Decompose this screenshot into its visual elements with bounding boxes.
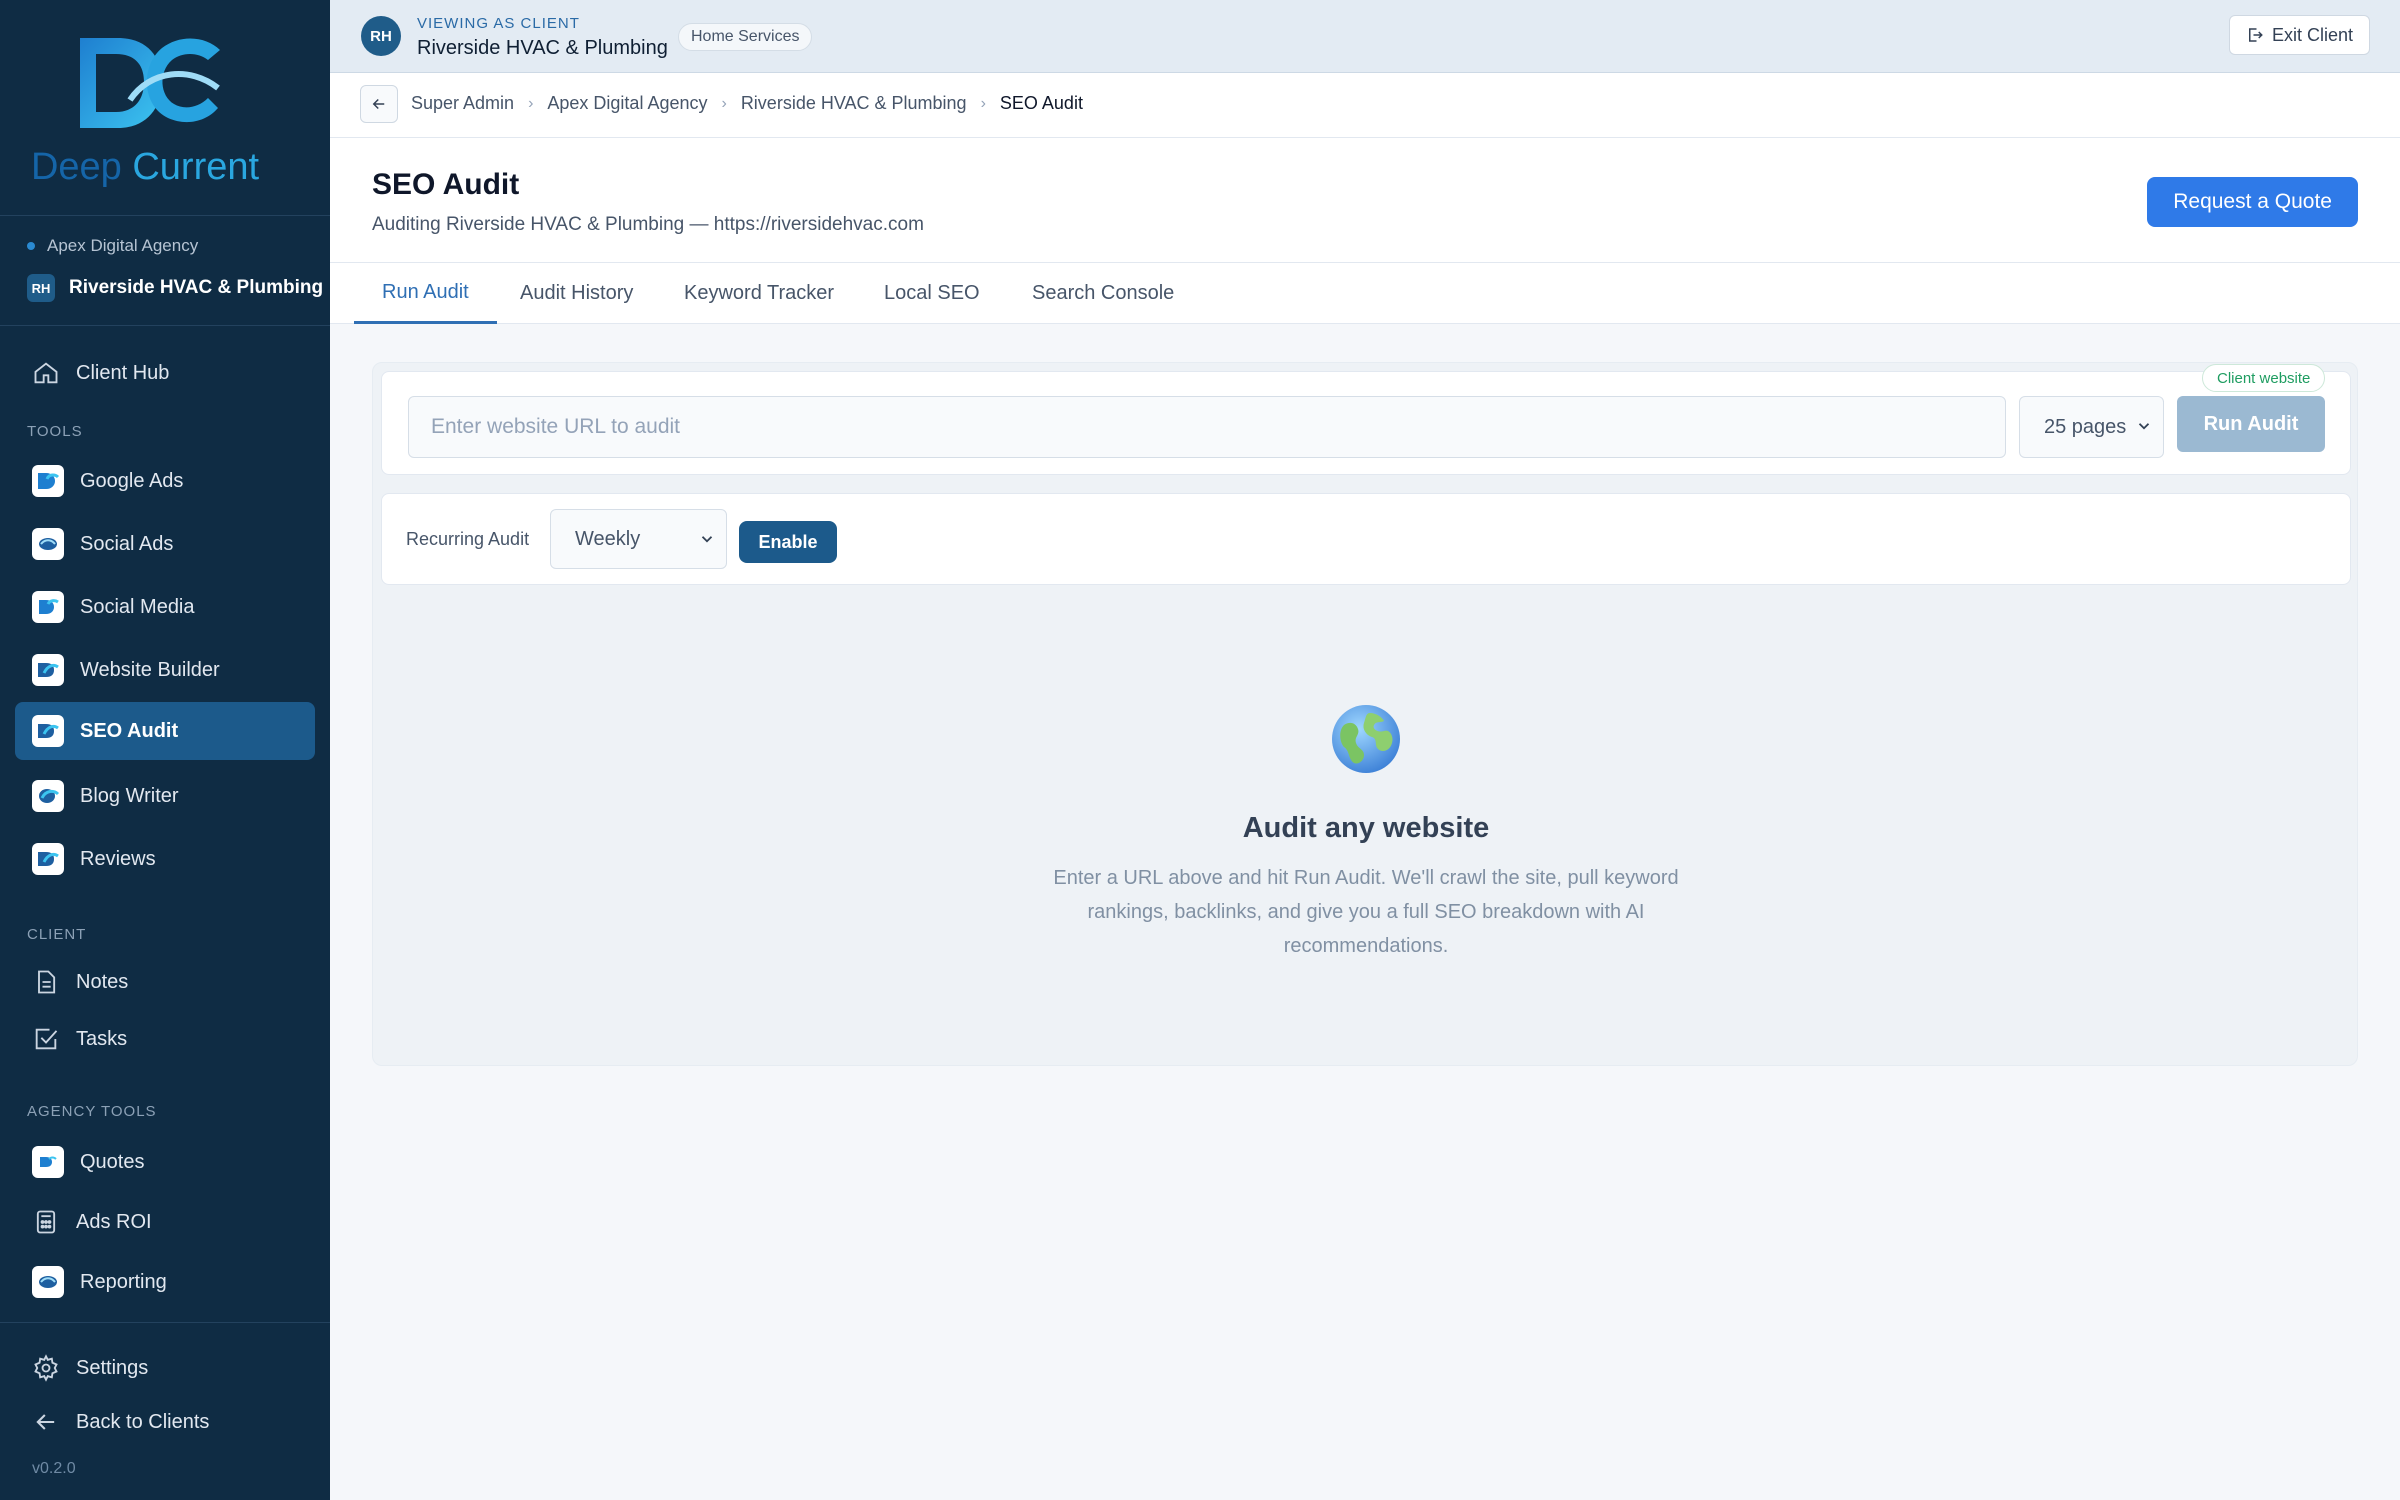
sidebar-item-website-builder[interactable]: Website Builder: [15, 642, 315, 698]
sidebar-item-reporting[interactable]: Reporting: [15, 1254, 315, 1310]
app-version: v0.2.0: [32, 1460, 76, 1477]
breadcrumb-agency[interactable]: Apex Digital Agency: [547, 93, 707, 114]
quotes-app-icon: [32, 1146, 64, 1178]
website-url-input[interactable]: Enter website URL to audit: [408, 396, 2006, 458]
globe-icon: [1332, 705, 1400, 773]
breadcrumb-client[interactable]: Riverside HVAC & Plumbing: [741, 93, 967, 114]
tab-keyword-tracker[interactable]: Keyword Tracker: [684, 263, 834, 324]
client-view-banner: RH VIEWING AS CLIENT Riverside HVAC & Pl…: [330, 0, 2400, 73]
exit-client-button[interactable]: Exit Client: [2228, 15, 2370, 55]
google-ads-app-icon: [32, 465, 64, 497]
enable-recurring-button[interactable]: Enable: [739, 521, 837, 563]
client-website-badge[interactable]: Client website: [2202, 364, 2326, 392]
notes-icon: [38, 970, 56, 994]
chevron-down-icon: [2138, 423, 2150, 430]
brand-logo[interactable]: Deep Current: [0, 0, 330, 216]
viewing-as-client-label: VIEWING AS CLIENT: [417, 15, 580, 32]
agency-name[interactable]: Apex Digital Agency: [27, 236, 198, 256]
run-audit-panel: Enter website URL to audit 25 pages Run …: [372, 362, 2358, 1066]
page-header: SEO Audit Auditing Riverside HVAC & Plum…: [330, 138, 2400, 263]
sidebar-item-notes[interactable]: Notes: [15, 954, 315, 1010]
breadcrumb: Super Admin › Apex Digital Agency › Rive…: [411, 93, 1083, 114]
page-limit-select[interactable]: 25 pages: [2019, 396, 2164, 458]
page-title: SEO Audit: [372, 168, 520, 201]
sidebar-item-tasks[interactable]: Tasks: [15, 1011, 315, 1067]
breadcrumb-bar: Super Admin › Apex Digital Agency › Rive…: [330, 73, 2400, 138]
section-label-client: CLIENT: [27, 926, 87, 943]
back-button[interactable]: [360, 85, 398, 123]
breadcrumb-current: SEO Audit: [999, 93, 1083, 113]
audit-url-card: Enter website URL to audit 25 pages Run …: [381, 364, 2351, 475]
client-avatar: RH: [27, 274, 55, 302]
sidebar-item-google-ads[interactable]: Google Ads: [15, 453, 315, 509]
sidebar-item-settings[interactable]: Settings: [15, 1340, 315, 1396]
sidebar: Deep Current Apex Digital Agency RH River…: [0, 0, 330, 1500]
sidebar-item-social-media[interactable]: Social Media: [15, 579, 315, 635]
page-subtitle: Auditing Riverside HVAC & Plumbing — htt…: [372, 214, 924, 235]
breadcrumb-super-admin[interactable]: Super Admin: [411, 93, 514, 114]
brand-logo-mark-icon: [80, 38, 220, 128]
sidebar-item-client-hub[interactable]: Client Hub: [15, 345, 315, 401]
section-label-agency-tools: AGENCY TOOLS: [27, 1103, 157, 1120]
sidebar-item-quotes[interactable]: Quotes: [15, 1134, 315, 1190]
sidebar-item-blog-writer[interactable]: Blog Writer: [15, 768, 315, 824]
brand-name: Deep Current: [30, 146, 260, 188]
seo-audit-app-icon: [32, 715, 64, 747]
empty-state: Audit any website Enter a URL above and …: [373, 703, 2359, 963]
gear-icon: [34, 1354, 58, 1382]
status-dot-icon: [27, 242, 35, 250]
client-context: Apex Digital Agency RH Riverside HVAC & P…: [0, 216, 330, 326]
chevron-right-icon: ›: [980, 94, 986, 112]
request-quote-button[interactable]: Request a Quote: [2147, 177, 2358, 227]
sidebar-item-ads-roi[interactable]: Ads ROI: [15, 1194, 315, 1250]
industry-badge: Home Services: [678, 23, 813, 51]
back-to-clients-link[interactable]: Back to Clients: [15, 1394, 315, 1450]
calculator-icon: [36, 1210, 56, 1234]
tab-bar: Run Audit Audit History Keyword Tracker …: [330, 263, 2400, 324]
tab-run-audit[interactable]: Run Audit: [354, 263, 497, 324]
chevron-right-icon: ›: [721, 94, 727, 112]
client-avatar: RH: [361, 16, 401, 56]
tasks-checkbox-icon: [35, 1028, 58, 1050]
run-audit-button[interactable]: Run Audit: [2177, 396, 2325, 452]
chevron-down-icon: [701, 536, 713, 543]
blog-writer-app-icon: [32, 780, 64, 812]
home-icon: [34, 362, 58, 384]
reporting-app-icon: [32, 1266, 64, 1298]
tab-search-console[interactable]: Search Console: [1032, 263, 1174, 324]
social-ads-app-icon: [32, 528, 64, 560]
banner-client-name: Riverside HVAC & Plumbing: [417, 37, 668, 59]
active-client[interactable]: RH Riverside HVAC & Plumbing: [27, 274, 323, 302]
sidebar-item-social-ads[interactable]: Social Ads: [15, 516, 315, 572]
recurring-audit-card: Recurring Audit Weekly Enable: [381, 493, 2351, 585]
recurring-audit-label: Recurring Audit: [406, 529, 530, 549]
section-label-tools: TOOLS: [27, 423, 83, 440]
sidebar-divider: [0, 1322, 330, 1323]
tab-local-seo[interactable]: Local SEO: [884, 263, 980, 324]
chevron-right-icon: ›: [528, 94, 534, 112]
sidebar-item-reviews[interactable]: Reviews: [15, 831, 315, 887]
arrow-left-icon: [36, 1414, 55, 1430]
empty-state-text: Enter a URL above and hit Run Audit. We'…: [1053, 867, 1679, 957]
arrow-left-icon: [372, 98, 385, 110]
sidebar-item-seo-audit[interactable]: SEO Audit: [15, 702, 315, 760]
website-builder-app-icon: [32, 654, 64, 686]
empty-state-title: Audit any website: [1242, 812, 1490, 844]
tab-audit-history[interactable]: Audit History: [520, 263, 633, 324]
social-media-app-icon: [32, 591, 64, 623]
reviews-app-icon: [32, 843, 64, 875]
recurring-frequency-select[interactable]: Weekly: [550, 509, 727, 569]
exit-icon: [2248, 28, 2263, 42]
